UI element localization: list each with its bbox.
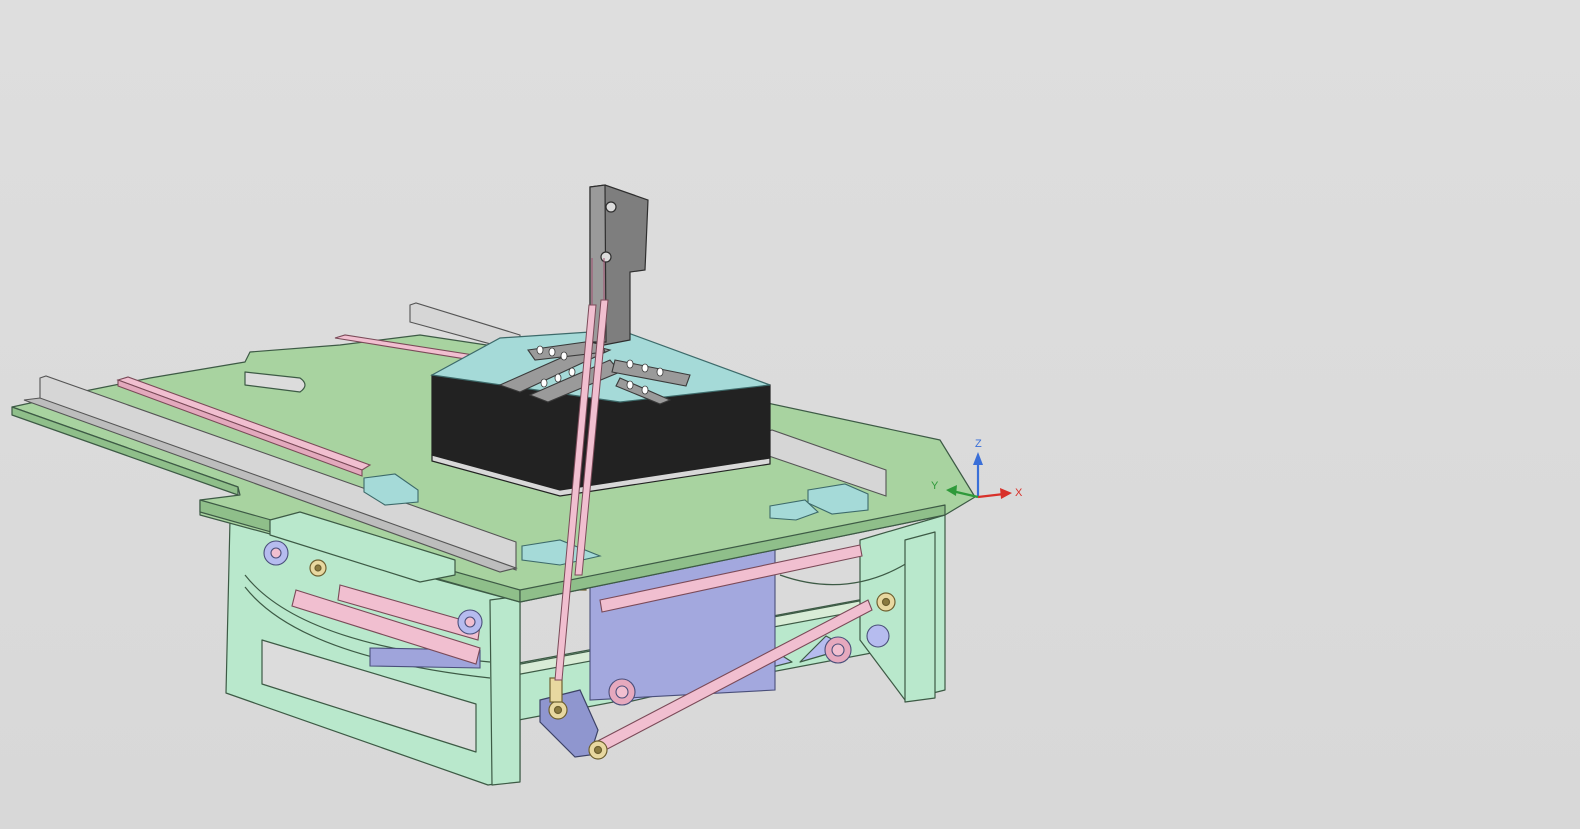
z-arrow-head [973,452,983,465]
x-axis-label: X [1015,487,1023,499]
cad-model-view[interactable]: Z X Y [0,0,1580,829]
z-axis-label: Z [975,438,982,450]
y-axis-label: Y [931,480,939,492]
right-leg[interactable] [904,531,936,703]
3d-viewport[interactable]: Z X Y [0,0,1580,829]
front-left-leg[interactable] [489,595,521,786]
x-arrow-head [1000,488,1012,499]
